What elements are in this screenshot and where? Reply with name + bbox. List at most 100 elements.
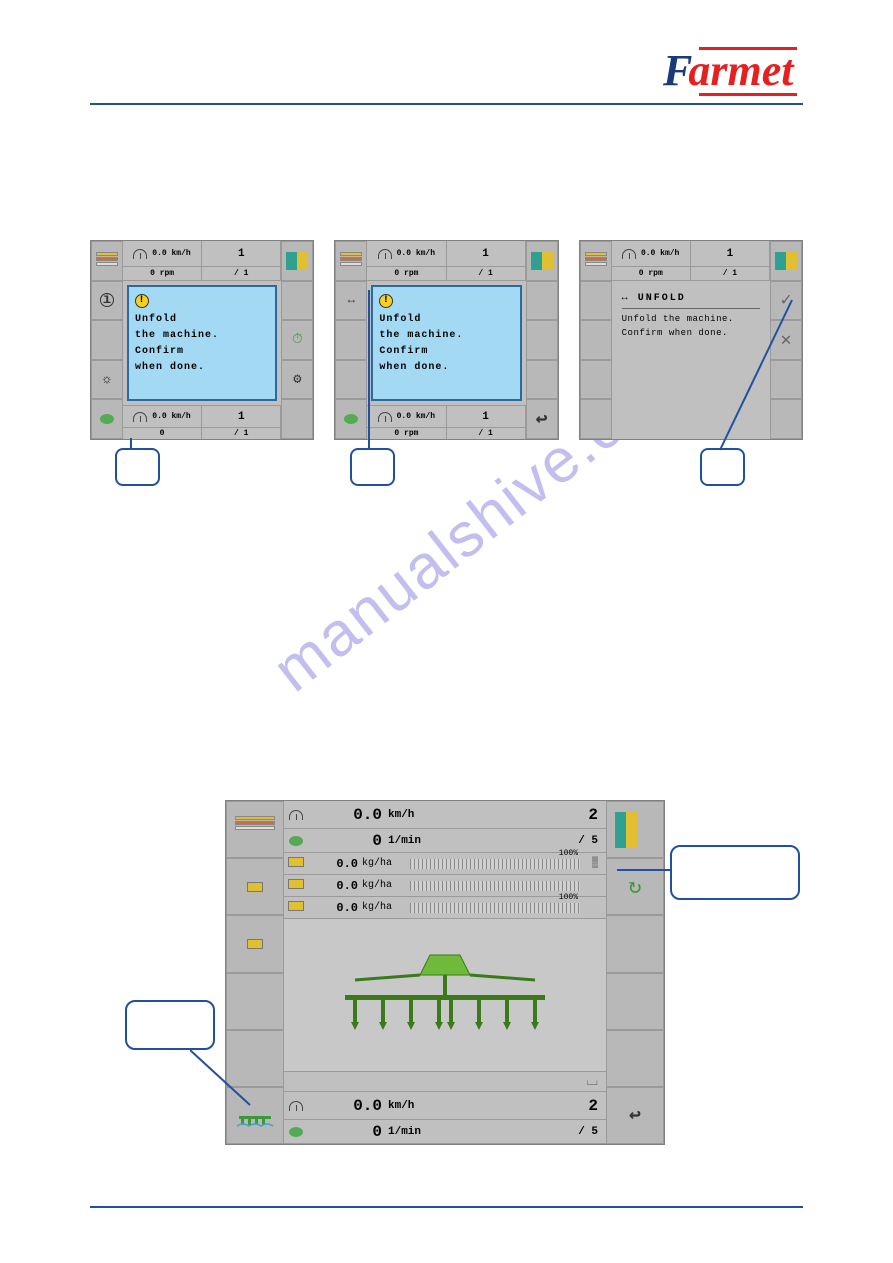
ms3-indicator[interactable] — [770, 241, 802, 281]
ms2-back-button[interactable]: ↩ — [526, 399, 558, 439]
ms2-msg-l1: Unfold — [379, 314, 421, 325]
ms2-empty-2 — [335, 360, 367, 400]
unfold-arrows-icon: ↔ — [348, 293, 355, 307]
ls-speed-unit: km/h — [388, 809, 458, 821]
gauge-icon — [289, 810, 303, 820]
callout-leader-large-2 — [190, 1050, 260, 1110]
ms2-empty-1 — [335, 320, 367, 360]
ms1-empty-1 — [91, 320, 123, 360]
ms1-side-icon-1[interactable] — [91, 241, 123, 281]
hopper-icon — [288, 901, 304, 911]
ls-frac: / 5 — [458, 835, 606, 847]
clock-icon: ⏱ — [292, 332, 303, 348]
gauge-icon — [133, 249, 147, 259]
ls-empty-r3 — [606, 1030, 664, 1087]
ms3-empty-l3 — [580, 360, 612, 400]
ms1-side-bottom[interactable] — [91, 399, 123, 439]
hopper-icon — [288, 879, 304, 889]
ms2-empty-r1 — [526, 281, 558, 321]
ls-rate-row-2: 0.0 kg/ha — [284, 875, 606, 897]
callout-bubble-1 — [115, 448, 160, 486]
seeder-diagram-icon — [325, 950, 565, 1040]
unfold-arrows-icon: ↔ — [622, 293, 630, 304]
ms2-top-status-2: 0 rpm / 1 — [367, 267, 525, 281]
ms2-unfold-side-button[interactable]: ↔ — [335, 281, 367, 321]
ms1-bulb-button[interactable]: ☼ — [91, 360, 123, 400]
ms2-side-icon-1[interactable] — [335, 241, 367, 281]
ms2-bot-status: 0.0 km/h 1 — [367, 405, 525, 427]
ms1-clock-button[interactable]: ⏱ — [281, 320, 313, 360]
ms2-msg-l2: the machine. — [379, 330, 463, 341]
hopper-icon — [288, 857, 304, 867]
yellow-icon — [247, 882, 263, 892]
ms2-empty-r3 — [526, 360, 558, 400]
ms1-top-status: 0.0 km/h 1 — [123, 241, 281, 267]
ms3-side-icon-1[interactable] — [580, 241, 612, 281]
gauge-icon — [378, 412, 392, 422]
snail-icon — [289, 1127, 303, 1137]
ms2-empty-r2 — [526, 320, 558, 360]
ls-back-button[interactable]: ↩ — [606, 1087, 664, 1144]
brand-logo: Farmet — [663, 45, 803, 96]
ms1-gear-button[interactable]: ⚙ — [281, 360, 313, 400]
ms3-empty-l1 — [580, 281, 612, 321]
ms1-indicator[interactable] — [281, 241, 313, 281]
gauge-icon — [289, 1101, 303, 1111]
ls-rpm-unit: 1/min — [388, 835, 458, 847]
ms1-empty-r2 — [281, 399, 313, 439]
ms2-indicator[interactable] — [526, 241, 558, 281]
ls-side-stack-1[interactable] — [226, 801, 284, 858]
footer-divider — [90, 1206, 803, 1208]
ls-machine-diagram — [284, 919, 606, 1072]
ls-empty-l1 — [226, 973, 284, 1030]
logo-armet: armet — [688, 46, 793, 95]
ms3-top-status: 0.0 km/h 1 — [612, 241, 770, 267]
header-divider — [90, 103, 803, 105]
snail-icon — [344, 414, 358, 424]
ls-rpm: 0 — [308, 832, 388, 850]
indicator-icon — [531, 252, 553, 270]
ms3-line-2: Confirm when done. — [622, 328, 728, 338]
ms2-alert-dialog[interactable]: ! Unfold the machine. Confirm when done. — [371, 285, 521, 401]
warning-icon: ! — [135, 294, 149, 308]
ls-bracket-row: ⌴ — [284, 1072, 606, 1092]
gauge-icon — [622, 249, 636, 259]
large-screen: ↻ ↩ 0.0 km/h 2 0 1/min / 5 0.0 kg/ha — [225, 800, 665, 1145]
callout-bubble-large-2 — [125, 1000, 215, 1050]
ms1-alert-dialog[interactable]: ! Unfold the machine. Confirm when done. — [127, 285, 277, 401]
ms3-empty-l4 — [580, 399, 612, 439]
ms2-top-status: 0.0 km/h 1 — [367, 241, 525, 267]
ms1-bot-status: 0.0 km/h 1 — [123, 405, 281, 427]
ls-rpm-row: 0 1/min / 5 — [284, 829, 606, 853]
ms3-top-status-2: 0 rpm / 1 — [612, 267, 770, 281]
ms1-top-status-2: 0 rpm / 1 — [123, 267, 281, 281]
callout-leader-1 — [130, 438, 132, 450]
indicator-icon — [775, 252, 797, 270]
ls-bot-speed-row: 0.0 km/h 2 — [284, 1092, 606, 1120]
ms1-msg-l3: Confirm — [135, 346, 184, 357]
back-icon: ↩ — [629, 1102, 641, 1128]
ms2-msg-l4: when done. — [379, 362, 449, 373]
ls-side-yellow-2[interactable] — [226, 915, 284, 972]
bracket-icon[interactable]: ⌴ — [587, 1074, 598, 1090]
ls-bot-rpm-row: 0 1/min / 5 — [284, 1120, 606, 1144]
snail-icon — [289, 836, 303, 846]
ls-indicator[interactable] — [606, 801, 664, 858]
ms1-msg-l4: when done. — [135, 362, 205, 373]
gauge-icon — [378, 249, 392, 259]
ms2-side-bottom[interactable] — [335, 399, 367, 439]
callout-leader-3 — [720, 295, 800, 455]
refresh-icon: ↻ — [628, 874, 641, 900]
ls-empty-r1 — [606, 915, 664, 972]
gear-icon: ⚙ — [293, 371, 301, 388]
mini-screen-1: i ☼ ⏱ ⚙ 0.0 km/h 1 0 rpm / 1 ! Unfold — [90, 240, 314, 440]
snail-icon — [100, 414, 114, 424]
ls-refresh-button[interactable]: ↻ — [606, 858, 664, 915]
ls-speed-row: 0.0 km/h 2 — [284, 801, 606, 829]
ms1-info-button[interactable]: i — [91, 281, 123, 321]
ls-rate-row-1: 0.0 kg/ha 100% ▒ — [284, 853, 606, 875]
ls-speed: 0.0 — [308, 806, 388, 824]
ms3-line-1: Unfold the machine. — [622, 314, 734, 324]
ms1-msg-l2: the machine. — [135, 330, 219, 341]
ls-side-yellow-1[interactable] — [226, 858, 284, 915]
